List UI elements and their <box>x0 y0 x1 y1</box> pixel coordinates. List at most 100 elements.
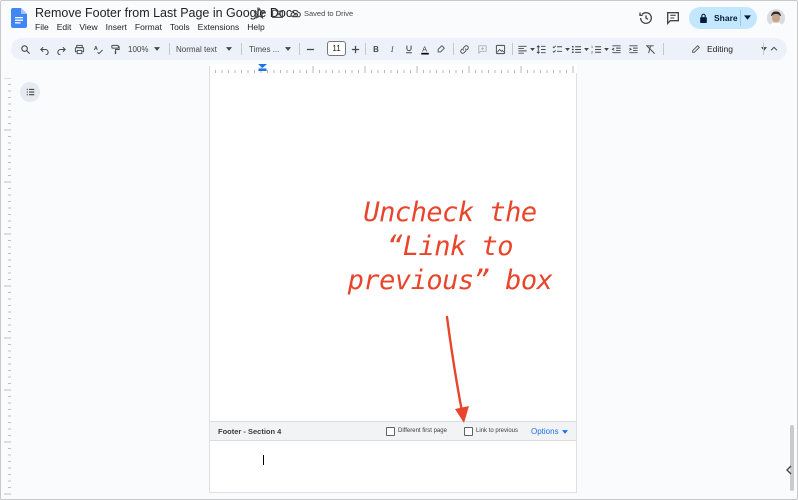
italic-icon[interactable]: I <box>388 42 398 56</box>
share-button[interactable]: Share <box>689 7 757 29</box>
outline-list-icon <box>26 88 34 96</box>
insert-link-icon[interactable] <box>459 42 470 56</box>
underline-icon[interactable] <box>404 42 414 56</box>
different-first-page-checkbox[interactable] <box>386 427 395 436</box>
menu-bar: File Edit View Insert Format Tools Exten… <box>35 22 269 32</box>
annotation-line: “Link to <box>386 231 514 262</box>
toolbar-divider <box>453 43 454 55</box>
paint-format-icon[interactable] <box>110 42 121 56</box>
formatting-toolbar: A 100% Normal text Times ... 11 B I A 12… <box>11 38 787 60</box>
print-icon[interactable] <box>74 42 85 56</box>
zoom-value: 100% <box>128 44 149 54</box>
user-avatar[interactable] <box>767 9 785 27</box>
decrease-indent-icon[interactable] <box>611 42 622 56</box>
toolbar-divider <box>299 43 300 55</box>
footer-toolbar: Footer - Section 4 Different first page … <box>210 421 576 441</box>
mode-dropdown-icon <box>761 47 767 51</box>
annotation-arrow-icon <box>445 315 469 423</box>
indent-marker-icon[interactable] <box>258 64 267 72</box>
menu-format[interactable]: Format <box>131 22 166 32</box>
font-family-select[interactable]: Times ... <box>249 42 292 56</box>
google-docs-logo-icon[interactable] <box>11 8 27 28</box>
hide-menus-icon[interactable] <box>769 42 779 56</box>
document-outline-button[interactable] <box>20 82 40 102</box>
toolbar-divider <box>663 43 664 55</box>
undo-icon[interactable] <box>39 42 50 56</box>
text-cursor <box>263 455 264 465</box>
clear-formatting-icon[interactable] <box>645 42 656 56</box>
zoom-dropdown-icon <box>154 47 161 51</box>
toolbar-divider <box>169 43 170 55</box>
menu-insert[interactable]: Insert <box>102 22 131 32</box>
lock-icon <box>700 13 707 23</box>
link-to-previous-label[interactable]: Link to previous <box>476 428 518 434</box>
cloud-saved-icon[interactable] <box>289 7 302 20</box>
app-header: Remove Footer from Last Page in Google D… <box>0 0 798 36</box>
editing-mode-select[interactable]: Editing <box>691 42 767 56</box>
svg-text:I: I <box>390 45 394 54</box>
numbered-list-icon[interactable]: 12 <box>591 42 609 56</box>
redo-icon[interactable] <box>56 42 67 56</box>
toolbar-divider <box>763 43 764 55</box>
avatar-face-icon <box>767 9 785 27</box>
menu-tools[interactable]: Tools <box>166 22 194 32</box>
link-to-previous-checkbox[interactable] <box>464 427 473 436</box>
footer-options-button[interactable]: Options <box>531 427 568 436</box>
pencil-icon <box>692 45 700 53</box>
annotation-line: Uncheck the <box>363 197 537 228</box>
different-first-page-label[interactable]: Different first page <box>398 428 447 434</box>
svg-text:A: A <box>422 44 427 53</box>
font-size-input[interactable]: 11 <box>327 41 346 56</box>
options-label: Options <box>531 427 559 436</box>
decrease-font-size-icon[interactable] <box>306 42 315 56</box>
align-dropdown-icon <box>530 47 535 51</box>
insert-image-icon[interactable] <box>495 42 506 56</box>
comments-icon[interactable] <box>665 10 681 26</box>
numbering-dropdown-icon <box>604 47 609 51</box>
text-color-icon[interactable]: A <box>420 42 430 56</box>
zoom-select[interactable]: 100% <box>128 42 161 56</box>
svg-text:A: A <box>94 45 98 51</box>
menu-edit[interactable]: Edit <box>53 22 76 32</box>
annotation-line: previous” box <box>347 265 553 296</box>
instruction-annotation: Uncheck the “Link to previous” box <box>340 196 560 298</box>
line-spacing-icon[interactable] <box>536 42 547 56</box>
highlight-color-icon[interactable] <box>436 42 446 56</box>
menu-extensions[interactable]: Extensions <box>194 22 244 32</box>
vertical-scrollbar[interactable] <box>790 425 794 491</box>
checklist-icon[interactable] <box>552 42 570 56</box>
version-history-icon[interactable] <box>638 10 654 26</box>
bold-icon[interactable]: B <box>371 42 381 56</box>
svg-text:2: 2 <box>591 50 593 54</box>
save-status: Saved to Drive <box>304 9 354 18</box>
toolbar-divider <box>512 43 513 55</box>
menu-file[interactable]: File <box>35 22 53 32</box>
align-icon[interactable] <box>517 42 535 56</box>
footer-section-label: Footer - Section 4 <box>218 427 282 436</box>
share-label: Share <box>714 13 738 23</box>
checklist-dropdown-icon <box>565 47 570 51</box>
vertical-ruler[interactable] <box>1 78 13 498</box>
font-dropdown-icon <box>285 47 292 51</box>
editing-mode-label: Editing <box>707 44 733 54</box>
svg-text:B: B <box>373 45 379 54</box>
share-dropdown-icon[interactable] <box>744 15 751 20</box>
star-icon[interactable] <box>253 7 266 20</box>
menu-help[interactable]: Help <box>243 22 268 32</box>
bulleted-list-icon[interactable] <box>571 42 589 56</box>
side-panel-collapse-icon[interactable] <box>783 464 795 476</box>
move-to-folder-icon[interactable] <box>271 7 284 20</box>
increase-indent-icon[interactable] <box>628 42 639 56</box>
paragraph-style-select[interactable]: Normal text <box>176 42 232 56</box>
font-family-value: Times ... <box>249 44 280 54</box>
toolbar-divider <box>241 43 242 55</box>
svg-text:1: 1 <box>591 45 593 49</box>
style-dropdown-icon <box>225 47 232 51</box>
search-menus-icon[interactable] <box>20 42 31 56</box>
bullets-dropdown-icon <box>584 47 589 51</box>
increase-font-size-icon[interactable] <box>351 42 360 56</box>
menu-view[interactable]: View <box>75 22 101 32</box>
spellcheck-icon[interactable]: A <box>93 42 104 56</box>
share-divider <box>740 10 741 26</box>
add-comment-icon[interactable] <box>477 42 488 56</box>
